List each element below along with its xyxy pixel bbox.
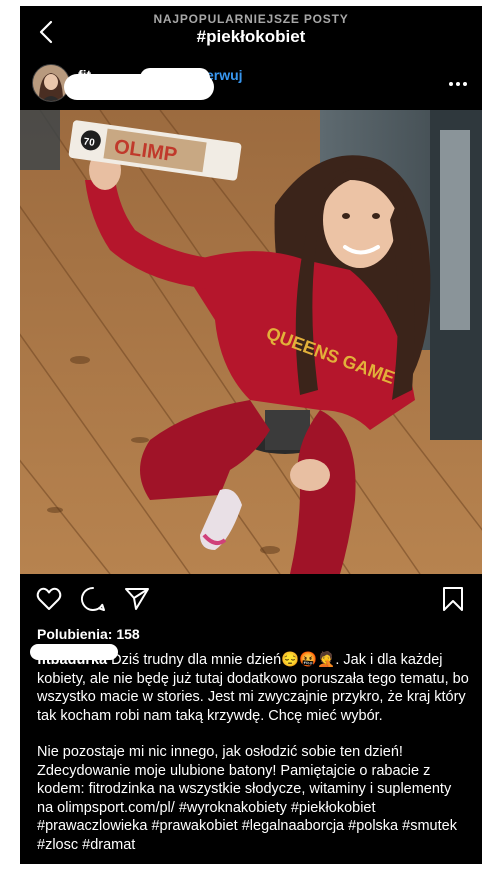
caption-paragraph-2: Nie pozostaje mi nic innego, jak osłodzi…	[37, 744, 457, 853]
action-bar	[20, 578, 482, 622]
instagram-post-screen: NAJPOPULARNIEJSZE POSTY #piekłokobiet fi…	[20, 6, 482, 864]
hashtag-title: #piekłokobiet	[196, 27, 306, 46]
comment-icon	[81, 586, 105, 611]
post-header: fit erwuj	[20, 58, 482, 110]
caption-paragraph-1: fitbadurka Dziś trudny dla mnie dzień😔🤬🤦…	[37, 651, 469, 725]
likes-count[interactable]: Polubienia: 158	[37, 626, 140, 642]
bar-weight: 70	[83, 136, 96, 149]
caption-username[interactable]: fitbadurka	[37, 652, 107, 668]
post-photo[interactable]: OLIMP 70 QUEENS GAME	[20, 110, 482, 574]
comment-button[interactable]	[78, 584, 108, 614]
ellipsis-icon	[449, 82, 467, 86]
top-bar: NAJPOPULARNIEJSZE POSTY #piekłokobiet	[20, 6, 482, 58]
post-caption: fitbadurka Dziś trudny dla mnie dzień😔🤬🤦…	[37, 651, 469, 854]
redaction-mark	[140, 68, 210, 88]
save-button[interactable]	[438, 584, 468, 614]
heart-icon	[36, 587, 62, 610]
like-button[interactable]	[34, 584, 64, 614]
photo-illustration: OLIMP 70 QUEENS GAME	[20, 110, 482, 574]
share-button[interactable]	[122, 584, 152, 614]
bookmark-icon	[443, 587, 463, 611]
send-icon	[125, 588, 149, 610]
top-subtitle: NAJPOPULARNIEJSZE POSTY	[153, 12, 349, 26]
more-options-button[interactable]	[446, 74, 470, 94]
